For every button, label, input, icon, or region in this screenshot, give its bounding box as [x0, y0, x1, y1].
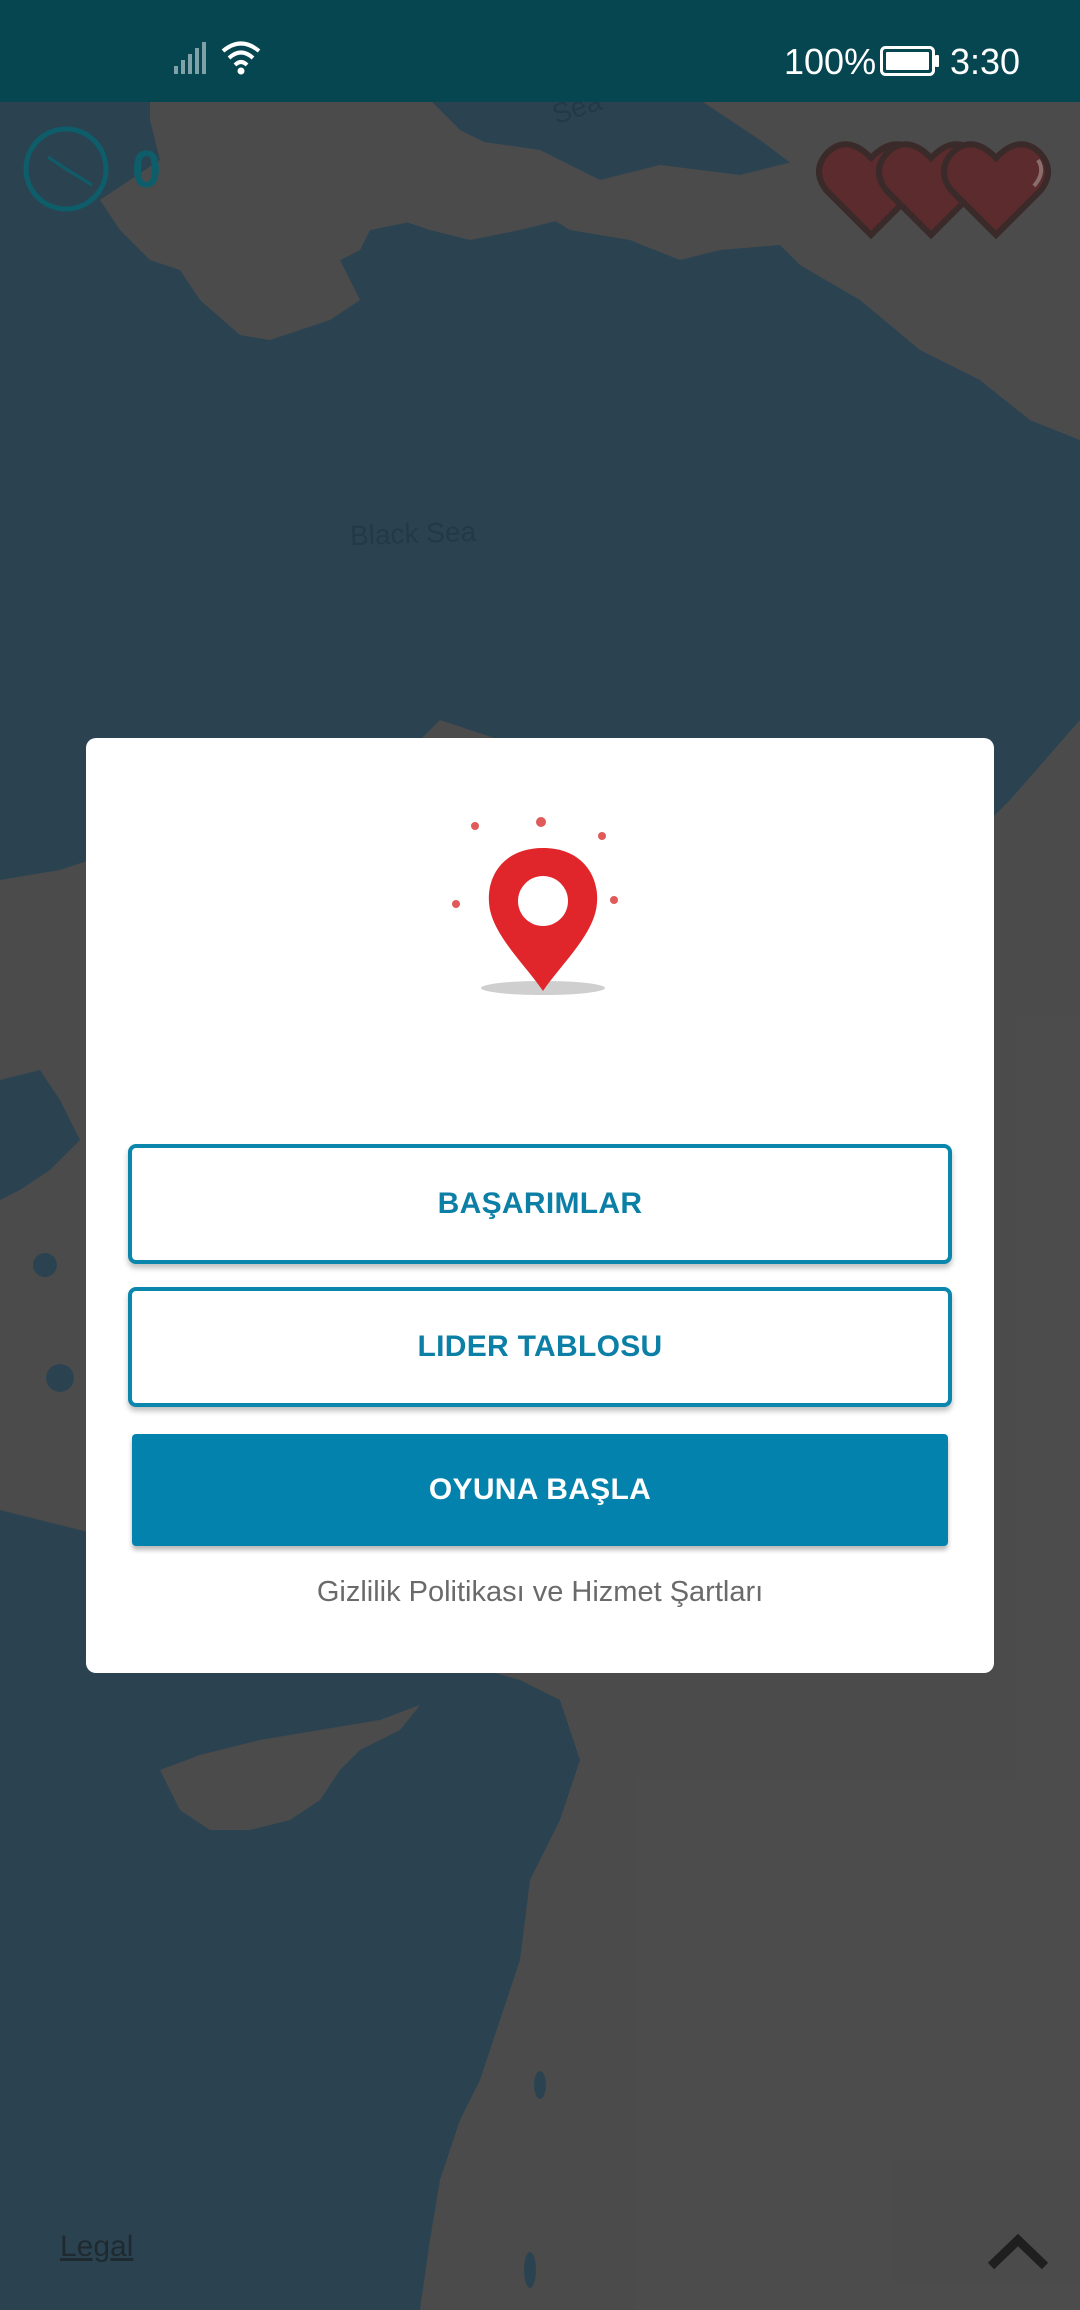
- heart-icon: [941, 141, 1051, 240]
- leaderboard-button[interactable]: LIDER TABLOSU: [128, 1287, 952, 1407]
- clock: 3:30: [950, 41, 1021, 82]
- legal-link[interactable]: Legal: [60, 2230, 133, 2264]
- main-menu-dialog: BAŞARIMLAR LIDER TABLOSU OYUNA BAŞLA Giz…: [86, 738, 994, 1673]
- wifi-icon: [221, 41, 261, 75]
- battery-icon: [880, 46, 939, 76]
- timer-icon: [23, 126, 109, 212]
- start-game-button[interactable]: OYUNA BAŞLA: [132, 1434, 948, 1546]
- privacy-terms-link[interactable]: Gizlilik Politikası ve Hizmet Şartları: [86, 1576, 994, 1609]
- achievements-button[interactable]: BAŞARIMLAR: [128, 1144, 952, 1264]
- battery-percent: 100%: [784, 41, 877, 82]
- location-pin-icon: [452, 817, 618, 995]
- chevron-up-icon[interactable]: [985, 2228, 1051, 2272]
- score-counter: 0: [132, 141, 161, 199]
- status-bar: 100% 3:30: [0, 0, 1080, 102]
- signal-icon: [174, 42, 206, 74]
- lives-indicator: [816, 141, 1051, 240]
